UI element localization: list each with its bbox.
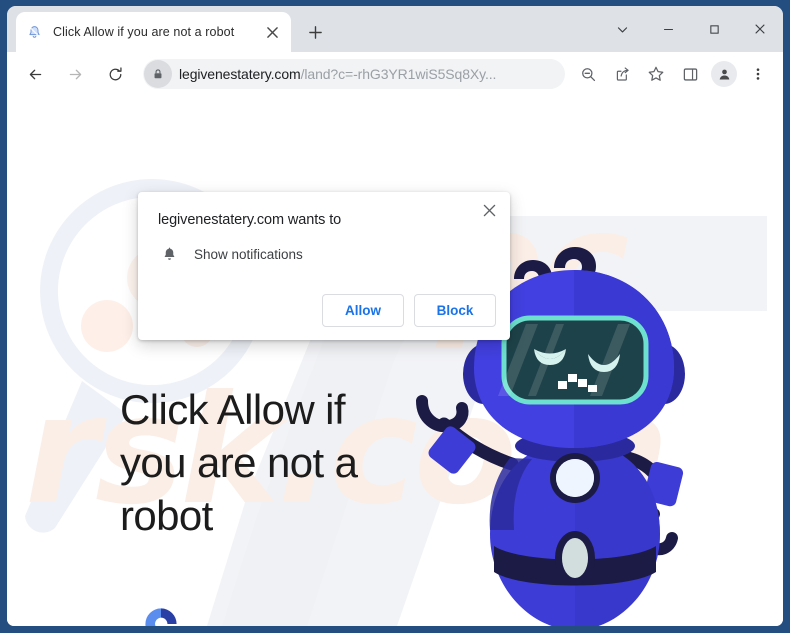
bookmark-star-icon[interactable] [642,60,670,88]
tab-strip: Click Allow if you are not a robot [7,6,783,52]
browser-window-frame: Click Allow if you are not a robot legiv… [0,0,790,633]
share-icon[interactable] [608,60,636,88]
tab-title: Click Allow if you are not a robot [53,25,235,39]
lock-icon[interactable] [144,60,172,88]
browser-toolbar: legivenestatery.com/land?c=-rhG3YR1wiS5S… [7,52,783,96]
dialog-title: legivenestatery.com wants to [158,212,342,228]
url-text: legivenestatery.com/land?c=-rhG3YR1wiS5S… [179,66,496,82]
minimize-icon[interactable] [645,10,691,48]
dialog-actions: Allow Block [322,294,496,327]
new-tab-button[interactable] [303,20,327,44]
address-bar[interactable]: legivenestatery.com/land?c=-rhG3YR1wiS5S… [143,59,565,89]
window-controls [599,6,783,52]
allow-button[interactable]: Allow [322,294,404,327]
close-window-icon[interactable] [737,10,783,48]
three-dot-menu[interactable] [744,60,772,88]
url-host: legivenestatery.com [179,66,301,82]
notification-permission-dialog: legivenestatery.com wants to Show notifi… [138,192,510,340]
profile-avatar[interactable] [711,61,737,87]
page-viewport: pc rsk.com [7,96,783,626]
maximize-icon[interactable] [691,10,737,48]
reload-button[interactable] [100,59,130,89]
permission-label: Show notifications [194,246,303,262]
tab-search-chevron-down-icon[interactable] [599,10,645,48]
browser-tab[interactable]: Click Allow if you are not a robot [16,12,291,52]
page-headline: Click Allow if you are not a robot [120,386,358,539]
dialog-close-icon[interactable] [477,198,501,222]
captcha-c-icon [145,608,177,626]
zoom-icon[interactable] [574,60,602,88]
tab-close-icon[interactable] [263,23,282,42]
url-path: /land?c=-rhG3YR1wiS5Sq8Xy... [300,66,497,82]
side-panel-icon[interactable] [676,60,704,88]
forward-button[interactable] [60,59,90,89]
captcha-logo: E-CAPTCHA [129,602,193,626]
robot-chest-light [550,453,600,503]
browser-window: Click Allow if you are not a robot legiv… [7,6,783,626]
bell-favicon-icon [25,23,44,42]
bell-icon [158,243,180,265]
back-button[interactable] [20,59,50,89]
block-button[interactable]: Block [414,294,496,327]
permission-row: Show notifications [158,243,303,265]
